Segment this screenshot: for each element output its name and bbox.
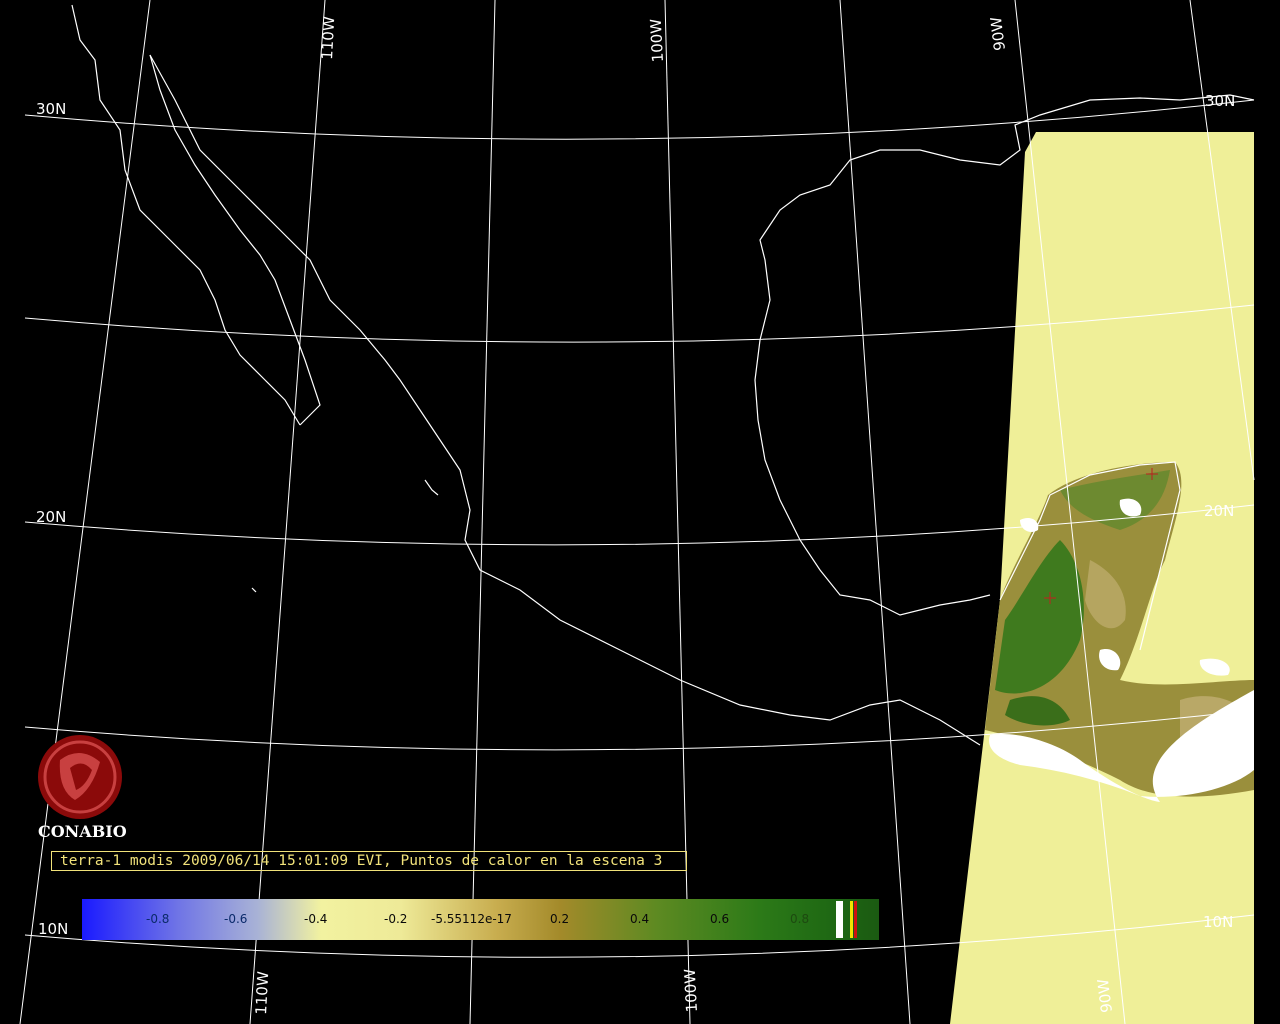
- colorbar-white-swatch: [836, 901, 843, 938]
- lat-label-30n-right: 30N: [1205, 92, 1235, 110]
- lon-label-100w-bottom: 100W: [681, 968, 701, 1013]
- lat-label-10n-right: 10N: [1203, 913, 1233, 931]
- lon-label-110w-bottom: 110W: [252, 971, 272, 1016]
- map-viewer: 30N 30N 20N 20N 10N 10N 110W 100W 90W 11…: [0, 0, 1280, 1024]
- conabio-logo-icon: [38, 735, 122, 819]
- colorbar-tick: 0.8: [790, 912, 810, 926]
- colorbar-tick: -5.55112e-17: [431, 912, 512, 926]
- lon-label-100w-top: 100W: [647, 18, 667, 63]
- colorbar-tick: 0.2: [550, 912, 570, 926]
- colorbar-tick: 0.4: [630, 912, 650, 926]
- lat-label-10n: 10N: [38, 920, 68, 938]
- lat-label-20n-right: 20N: [1204, 502, 1234, 520]
- colorbar-tick: -0.2: [384, 912, 408, 926]
- lon-label-90w-top: 90W: [987, 16, 1009, 52]
- colorbar-tick: -0.6: [224, 912, 248, 926]
- meridian-95w: [839, 0, 911, 1024]
- colorbar-tick: -0.8: [146, 912, 170, 926]
- colorbar-red-swatch: [854, 901, 857, 938]
- logo-text: CONABIO: [38, 822, 127, 841]
- colorbar-yellow-swatch: [850, 901, 853, 938]
- lat-label-20n: 20N: [36, 508, 66, 526]
- scene-caption: terra-1 modis 2009/06/14 15:01:09 EVI, P…: [51, 851, 687, 871]
- colorbar-tick: -0.4: [304, 912, 328, 926]
- colorbar-tick: 0.6: [710, 912, 730, 926]
- lon-label-110w-top: 110W: [318, 16, 338, 61]
- lat-label-30n: 30N: [36, 100, 66, 118]
